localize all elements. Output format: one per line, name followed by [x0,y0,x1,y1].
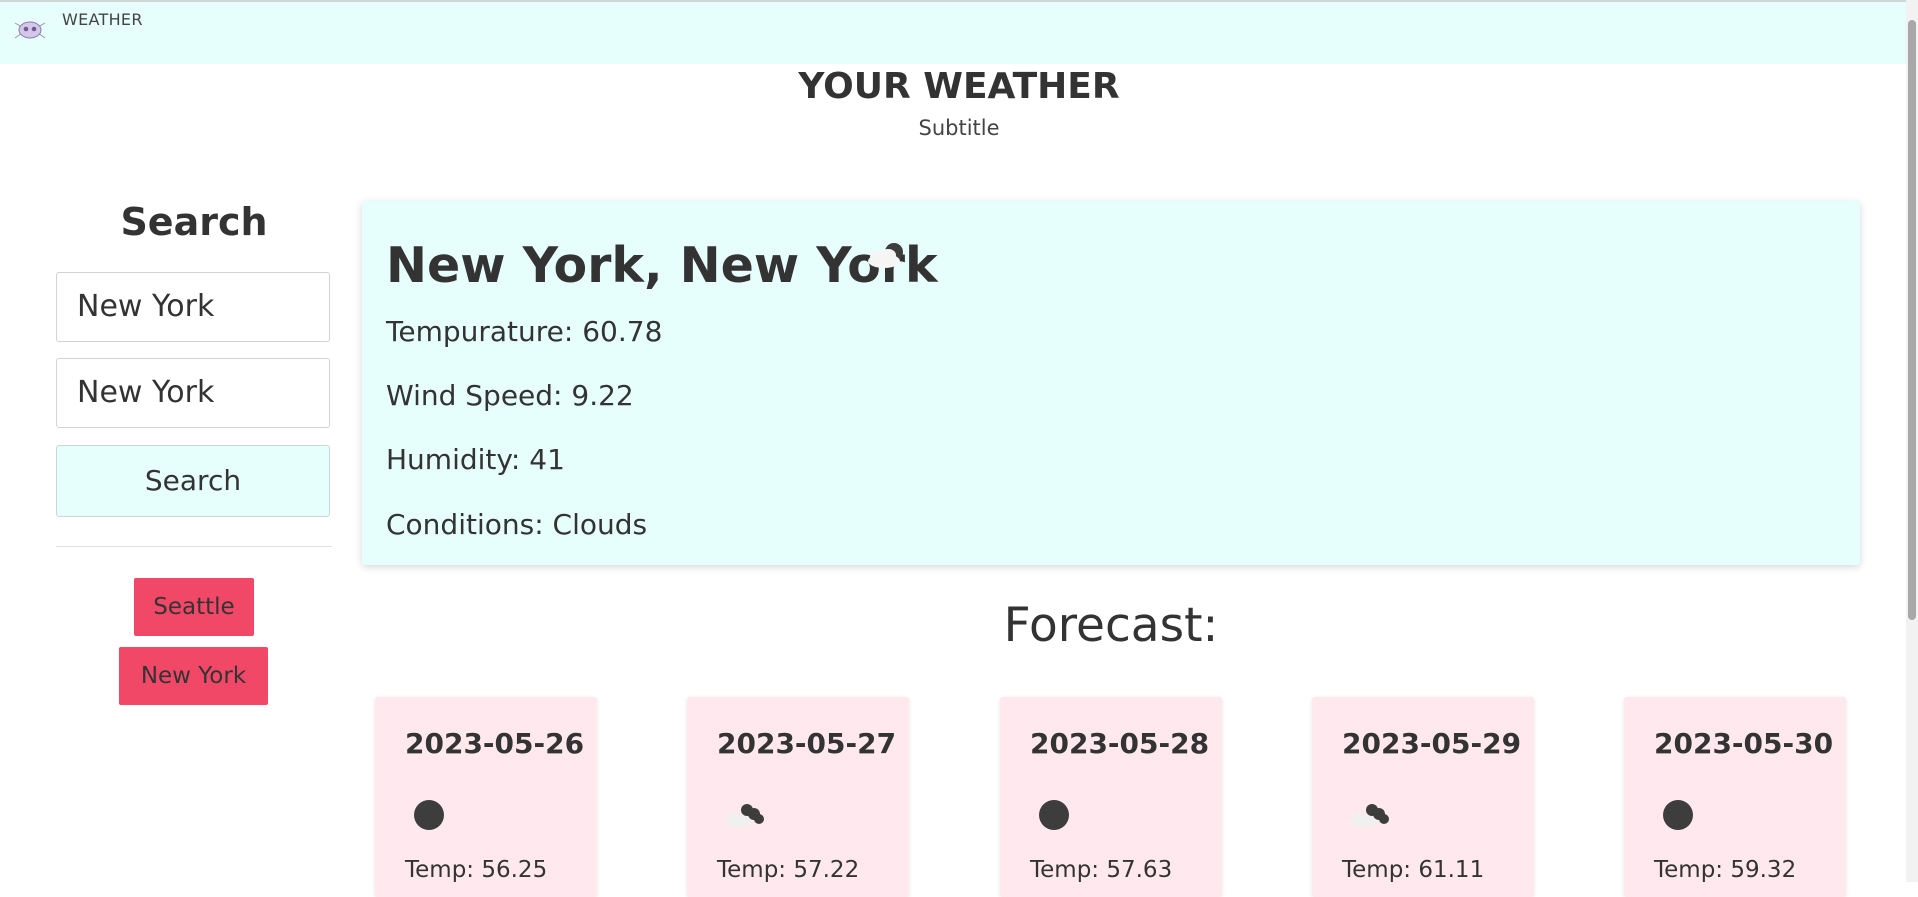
dark-cloud-icon [1663,800,1693,830]
conditions-text: Conditions: Clouds [386,508,648,541]
forecast-temp: Temp: 57.22 [717,857,860,883]
city-input[interactable]: New York [56,272,330,342]
sidebar-divider [56,546,332,547]
humidity-text: Humidity: 41 [386,443,565,476]
broken-clouds-icon [1350,804,1389,827]
broken-clouds-icon [725,804,764,827]
history-button-seattle[interactable]: Seattle [134,578,254,636]
partly-cloudy-icon [868,243,903,268]
history-button-new-york[interactable]: New York [119,647,268,705]
forecast-date: 2023-05-28 [1030,727,1210,760]
forecast-temp: Temp: 57.63 [1030,857,1173,883]
temperature-text: Tempurature: 60.78 [386,315,663,348]
page-title: YOUR WEATHER [798,66,1120,107]
search-heading: Search [120,200,268,244]
forecast-temp: Temp: 61.11 [1342,857,1485,883]
dark-cloud-icon [414,800,444,830]
logo-icon[interactable] [14,16,46,42]
forecast-date: 2023-05-29 [1342,727,1522,760]
forecast-date: 2023-05-26 [405,727,585,760]
forecast-heading: Forecast: [1003,598,1219,653]
forecast-card: 2023-05-30 Temp: 59.32 [1624,697,1846,897]
page-subtitle: Subtitle [918,116,1000,140]
forecast-card: 2023-05-29 Temp: 61.11 [1312,697,1534,897]
current-location: New York, New York [386,237,938,294]
scrollbar-thumb[interactable] [1908,20,1916,620]
state-input[interactable]: New York [56,358,330,428]
forecast-date: 2023-05-30 [1654,727,1834,760]
forecast-card: 2023-05-27 Temp: 57.22 [687,697,909,897]
forecast-card: 2023-05-28 Temp: 57.63 [1000,697,1222,897]
navbar: WEATHER [0,2,1918,64]
wind-speed-text: Wind Speed: 9.22 [386,379,634,412]
forecast-date: 2023-05-27 [717,727,897,760]
forecast-card: 2023-05-26 Temp: 56.25 [375,697,597,897]
forecast-temp: Temp: 59.32 [1654,857,1797,883]
dark-cloud-icon [1039,800,1069,830]
current-weather-card: New York, New York Tempurature: 60.78 Wi… [362,201,1860,565]
forecast-temp: Temp: 56.25 [405,857,548,883]
search-button[interactable]: Search [56,445,330,517]
brand-text[interactable]: WEATHER [62,10,143,29]
